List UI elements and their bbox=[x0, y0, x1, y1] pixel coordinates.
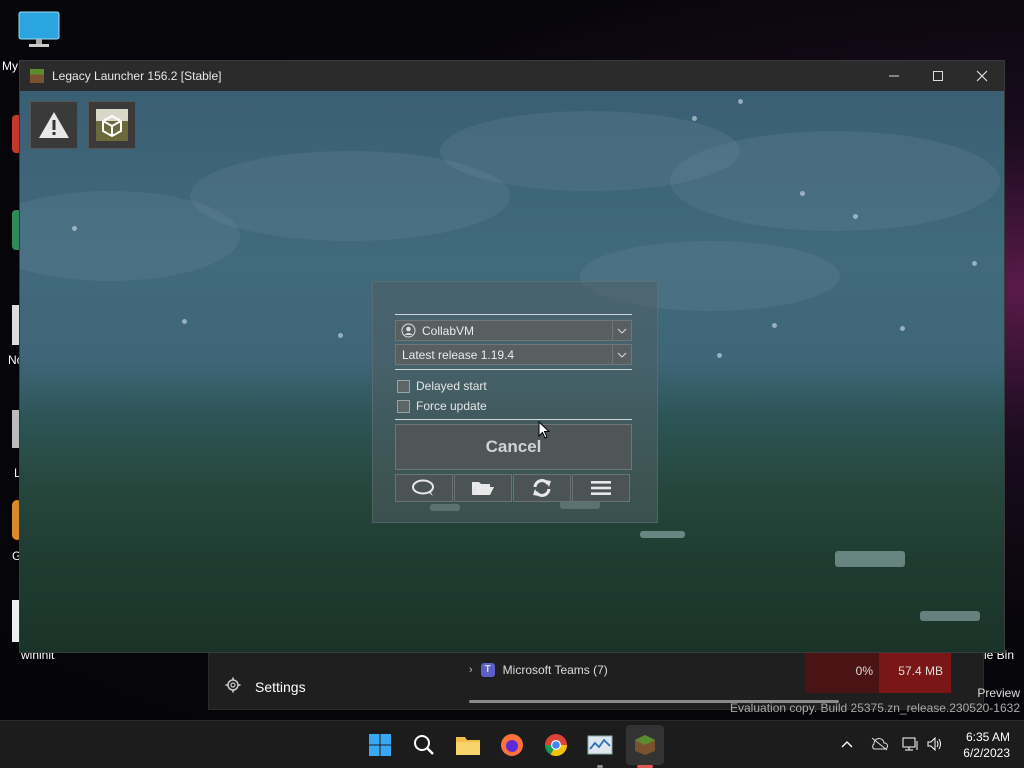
divider bbox=[395, 314, 632, 315]
grass-block-icon bbox=[30, 69, 44, 83]
snowflake bbox=[972, 261, 977, 266]
task-manager-button[interactable] bbox=[584, 729, 616, 761]
chat-icon bbox=[412, 479, 434, 496]
search-icon bbox=[414, 735, 434, 755]
snowflake bbox=[182, 319, 187, 324]
teams-icon: T bbox=[480, 663, 495, 677]
account-select[interactable]: CollabVM bbox=[395, 320, 632, 341]
onedrive-offline-icon[interactable] bbox=[870, 735, 888, 753]
cube-logo-icon bbox=[96, 109, 128, 141]
version-value: Latest release 1.19.4 bbox=[402, 348, 515, 362]
process-row-teams[interactable]: › T Microsoft Teams (7) bbox=[469, 663, 608, 677]
force-update-label: Force update bbox=[416, 399, 487, 413]
chevron-down-icon[interactable] bbox=[612, 345, 631, 364]
settings-menu-button[interactable] bbox=[572, 474, 630, 502]
snowflake bbox=[717, 353, 722, 358]
snowflake bbox=[72, 226, 77, 231]
firefox-button[interactable] bbox=[496, 729, 528, 761]
chrome-icon bbox=[545, 734, 567, 756]
minimize-button[interactable] bbox=[872, 61, 916, 91]
legacy-launcher-button[interactable] bbox=[626, 725, 664, 765]
task-manager-icon bbox=[587, 735, 613, 755]
refresh-icon bbox=[533, 479, 551, 497]
snowflake bbox=[800, 191, 805, 196]
snow-patch bbox=[835, 551, 905, 567]
watermark-line2: Evaluation copy. Build 25375.zn_release.… bbox=[730, 701, 1020, 715]
search-button[interactable] bbox=[408, 729, 440, 761]
snow-patch bbox=[920, 611, 980, 621]
file-explorer-button[interactable] bbox=[452, 729, 484, 761]
show-hidden-icons-button[interactable] bbox=[838, 735, 856, 753]
window-title: Legacy Launcher 156.2 [Stable] bbox=[52, 69, 222, 83]
warning-button[interactable] bbox=[30, 101, 78, 149]
chevron-down-icon[interactable] bbox=[612, 321, 631, 340]
launcher-menu-button[interactable] bbox=[88, 101, 136, 149]
folder-icon bbox=[456, 737, 480, 755]
snowflake bbox=[900, 326, 905, 331]
snowflake bbox=[692, 116, 697, 121]
desktop-label-my: My bbox=[2, 59, 18, 73]
chat-button[interactable] bbox=[395, 474, 453, 502]
snowflake bbox=[853, 214, 858, 219]
clock[interactable]: 6:35 AM 6/2/2023 bbox=[963, 729, 1010, 761]
settings-item[interactable]: Settings bbox=[225, 677, 306, 696]
watermark-line1: Preview bbox=[977, 686, 1020, 700]
mouse-cursor-icon bbox=[538, 420, 551, 444]
force-update-checkbox[interactable] bbox=[397, 399, 410, 413]
clock-time: 6:35 AM bbox=[965, 730, 1010, 744]
delayed-start-label: Delayed start bbox=[416, 379, 487, 393]
open-folder-button[interactable] bbox=[454, 474, 512, 502]
cancel-button[interactable]: Cancel bbox=[395, 424, 632, 470]
close-button[interactable] bbox=[960, 61, 1004, 91]
launcher-window: Legacy Launcher 156.2 [Stable] CollabVM … bbox=[19, 60, 1005, 653]
folder-icon bbox=[472, 482, 494, 495]
maximize-button[interactable] bbox=[916, 61, 960, 91]
gear-icon bbox=[225, 677, 241, 696]
start-button[interactable] bbox=[364, 729, 396, 761]
refresh-button[interactable] bbox=[513, 474, 571, 502]
delayed-start-checkbox[interactable] bbox=[397, 379, 410, 393]
chevron-right-icon[interactable]: › bbox=[469, 664, 473, 676]
warning-icon bbox=[39, 112, 69, 138]
snowflake bbox=[338, 333, 343, 338]
snow-patch bbox=[640, 531, 685, 538]
clock-date: 6/2/2023 bbox=[963, 746, 1010, 760]
windows-icon bbox=[369, 734, 391, 756]
account-value: CollabVM bbox=[422, 324, 475, 338]
divider bbox=[395, 369, 632, 370]
chrome-button[interactable] bbox=[540, 729, 572, 761]
network-icon[interactable] bbox=[902, 735, 920, 753]
process-name: Microsoft Teams (7) bbox=[502, 663, 608, 677]
settings-label: Settings bbox=[255, 678, 306, 695]
evaluation-watermark: Preview Evaluation copy. Build 25375.zn_… bbox=[730, 686, 1020, 716]
taskbar: 6:35 AM 6/2/2023 bbox=[0, 720, 1024, 768]
hamburger-icon bbox=[591, 481, 611, 495]
title-bar[interactable]: Legacy Launcher 156.2 [Stable] bbox=[20, 61, 1004, 91]
divider bbox=[395, 419, 632, 420]
background-scene: CollabVM Latest release 1.19.4 Delayed s… bbox=[20, 91, 1004, 652]
firefox-icon bbox=[501, 734, 523, 756]
snowflake bbox=[738, 99, 743, 104]
cloud bbox=[670, 131, 1000, 231]
delayed-start-option[interactable]: Delayed start bbox=[397, 379, 487, 393]
user-icon bbox=[401, 323, 416, 341]
monitor-icon[interactable] bbox=[18, 11, 60, 49]
force-update-option[interactable]: Force update bbox=[397, 399, 487, 413]
version-select[interactable]: Latest release 1.19.4 bbox=[395, 344, 632, 365]
grass-block-icon bbox=[635, 735, 655, 755]
snowflake bbox=[772, 323, 777, 328]
volume-icon[interactable] bbox=[926, 735, 944, 753]
login-panel: CollabVM Latest release 1.19.4 Delayed s… bbox=[372, 281, 658, 523]
